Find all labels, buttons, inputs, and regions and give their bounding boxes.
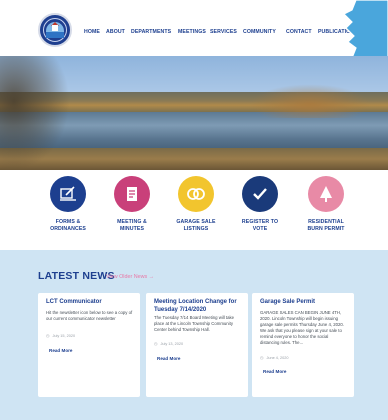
checkmark-icon — [242, 176, 278, 212]
nav-meetings[interactable]: MEETINGS — [178, 29, 206, 35]
news-card: Meeting Location Change for Tuesday 7/14… — [146, 293, 248, 397]
view-older-news-link[interactable]: View Older News → — [106, 274, 154, 280]
news-card-date: July 13, 2020 — [154, 341, 184, 346]
main-nav: HOME ABOUT DEPARTMENTS MEETINGS SERVICES… — [0, 29, 388, 37]
quick-link-meetings[interactable]: MEETING & MINUTES — [97, 176, 167, 233]
read-more-link[interactable]: Read More — [157, 356, 181, 361]
quick-link-forms[interactable]: FORMS & ORDINANCES — [33, 176, 103, 233]
news-card-date: July 15, 2020 — [46, 333, 76, 338]
read-more-link[interactable]: Read More — [263, 369, 287, 374]
nav-home[interactable]: HOME — [84, 29, 100, 35]
nav-services[interactable]: SERVICES — [210, 29, 237, 35]
news-card-title[interactable]: Meeting Location Change for Tuesday 7/14… — [154, 299, 242, 314]
quick-link-burn-permit-label-1: RESIDENTIAL — [308, 219, 344, 225]
news-card-body: GARAGE SALES CAN BEGIN JUNE 4TH, 2020. L… — [260, 310, 344, 345]
quick-links: FORMS & ORDINANCES MEETING & MINUTES GARAG… — [0, 170, 388, 250]
quick-link-forms-label-2: ORDINANCES — [50, 226, 86, 232]
news-card-body: Hit the newsletter icon below to see a c… — [46, 310, 133, 321]
tree-icon — [308, 176, 344, 212]
nav-departments[interactable]: DEPARTMENTS — [131, 29, 171, 35]
coins-icon — [178, 176, 214, 212]
news-card: Garage Sale Permit GARAGE SALES CAN BEGI… — [252, 293, 354, 397]
quick-link-garage-sale[interactable]: GARAGE SALE LISTINGS — [161, 176, 231, 233]
news-card-date: June 4, 2020 — [260, 355, 289, 360]
quick-link-register-vote[interactable]: REGISTER TO VOTE — [225, 176, 295, 233]
news-card-title[interactable]: Garage Sale Permit — [260, 299, 348, 307]
news-card: LCT Communicator Hit the newsletter icon… — [38, 293, 140, 397]
news-heading: LATEST NEWS — [38, 270, 115, 282]
document-icon — [114, 176, 150, 212]
nav-contact[interactable]: CONTACT — [286, 29, 312, 35]
news-card-body: The Tuesday 7/14 Board Meeting will take… — [154, 315, 235, 332]
quick-link-register-vote-label-1: REGISTER TO — [241, 219, 279, 225]
news-card-title[interactable]: LCT Communicator — [46, 299, 134, 307]
nav-community[interactable]: COMMUNITY — [243, 29, 276, 35]
hero-lake-photo — [0, 56, 388, 170]
quick-link-garage-sale-label-2: LISTINGS — [183, 226, 209, 232]
quick-link-meetings-label-2: MINUTES — [119, 226, 145, 232]
hero-tree — [0, 56, 70, 170]
latest-news-section: LATEST NEWS View Older News → LCT Commun… — [0, 250, 388, 420]
nav-about[interactable]: ABOUT — [106, 29, 125, 35]
hero-foliage — [250, 84, 370, 118]
quick-link-meetings-label-1: MEETING & — [117, 219, 147, 225]
site-header: HOME ABOUT DEPARTMENTS MEETINGS SERVICES… — [0, 0, 388, 56]
quick-link-register-vote-label-2: VOTE — [252, 226, 268, 232]
quick-link-garage-sale-label-1: GARAGE SALE — [176, 219, 216, 225]
quick-link-burn-permit[interactable]: RESIDENTIAL BURN PERMIT — [291, 176, 361, 233]
quick-link-burn-permit-label-2: BURN PERMIT — [307, 226, 345, 232]
read-more-link[interactable]: Read More — [49, 348, 73, 353]
forms-icon — [50, 176, 86, 212]
quick-link-forms-label-1: FORMS & — [55, 219, 81, 225]
